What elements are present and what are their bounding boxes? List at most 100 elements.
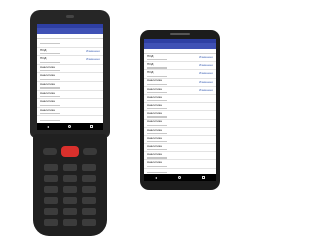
list-item-name: ПОД (147, 54, 154, 58)
list-item[interactable]: ПОД Изменено (144, 70, 216, 79)
list-item-name: Аналитика (147, 112, 162, 116)
back-icon[interactable] (154, 176, 157, 179)
list-item[interactable]: ПОД Изменено (144, 62, 216, 71)
list-item-text: Аналитика (147, 153, 167, 159)
list-item-text: ПОД (147, 71, 167, 77)
list-item-name: Аналитика (40, 65, 55, 69)
keypad-key[interactable] (44, 186, 58, 193)
list-item[interactable]: Аналитика (37, 91, 103, 100)
list-item-subtitle-placeholder (147, 67, 167, 69)
list-item[interactable]: ПОД Изменено (144, 54, 216, 63)
list-item[interactable]: Аналитика (144, 120, 216, 128)
list-item[interactable]: Аналитика (144, 144, 216, 153)
list-item-subtitle-placeholder (147, 116, 167, 118)
list-item-subtitle-placeholder (147, 141, 167, 143)
recent-apps-icon[interactable] (90, 125, 94, 128)
recent-apps-icon[interactable] (202, 176, 206, 179)
keypad-key[interactable] (63, 164, 77, 171)
list-item-name: Аналитика (40, 74, 55, 78)
list-item-subtitle-placeholder (40, 70, 60, 72)
list-item[interactable]: Аналитика Изменено (144, 87, 216, 95)
list-item-subtitle-placeholder (40, 104, 60, 106)
list-item-text: ПОД (147, 63, 167, 69)
list-item-subtitle-placeholder (147, 75, 167, 77)
keypad-key[interactable] (82, 197, 96, 204)
keypad-key[interactable] (44, 164, 58, 171)
list-item[interactable]: Аналитика (144, 136, 216, 145)
list-item-text: Аналитика (40, 83, 60, 89)
list-item-name: ПОД (40, 48, 47, 52)
list-item[interactable]: Аналитика (144, 152, 216, 161)
keypad-key[interactable] (63, 186, 77, 193)
list-item-name: Аналитика (147, 144, 162, 148)
list-item-name: Аналитика (147, 128, 162, 132)
list-item[interactable]: Аналитика (144, 95, 216, 104)
list-item-subtitle-placeholder (40, 61, 60, 63)
list-item-text: ПОД (147, 54, 167, 61)
list-item-name: Аналитика (147, 120, 162, 124)
list-item[interactable]: Аналитика (37, 73, 103, 82)
keypad-key[interactable] (82, 219, 96, 226)
smartphone-device: ПОД Изменено ПОД Изменено ПОД Изменено Аналити… (140, 30, 220, 190)
home-icon[interactable] (67, 125, 71, 128)
list-item-name: Аналитика (40, 83, 55, 87)
list-item-name: Аналитика (40, 100, 55, 104)
list-item-text: ПОД (40, 57, 60, 63)
item-list: ПОД Изменено ПОД Изменено Аналитика Аналитика… (37, 39, 103, 125)
list-item-subtitle-placeholder (40, 120, 60, 122)
list-item[interactable] (37, 39, 103, 48)
list-item[interactable]: Аналитика (144, 111, 216, 120)
scan-trigger-button[interactable] (61, 146, 79, 157)
list-item[interactable]: ПОД Изменено (37, 56, 103, 65)
list-item-text: Аналитика (147, 161, 167, 167)
back-icon[interactable] (46, 125, 49, 128)
keypad-key[interactable] (82, 164, 96, 171)
list-item-text: ПОД (40, 48, 60, 55)
list-item-name: ПОД (147, 71, 154, 75)
scanner-indicator (66, 15, 74, 18)
list-item-name: Аналитика (147, 87, 162, 91)
list-item[interactable]: Аналитика (144, 103, 216, 112)
list-item[interactable]: Аналитика (37, 82, 103, 91)
list-item-subtitle-placeholder (147, 83, 167, 85)
list-item-name: Аналитика (147, 153, 162, 157)
keypad-key[interactable] (63, 219, 77, 226)
keypad-key[interactable] (63, 175, 77, 182)
home-icon[interactable] (177, 176, 181, 179)
list-item-subtitle-placeholder (147, 149, 167, 151)
keypad-key[interactable] (63, 208, 77, 215)
nav-bar (37, 123, 103, 130)
list-item[interactable]: Аналитика (144, 128, 216, 136)
list-item[interactable]: ПОД Изменено (37, 48, 103, 57)
list-item[interactable]: Аналитика Изменено (144, 79, 216, 87)
nav-bar (144, 174, 216, 181)
keypad-key[interactable] (44, 208, 58, 215)
item-list: ПОД Изменено ПОД Изменено ПОД Изменено Аналити… (144, 54, 216, 177)
keypad-key[interactable] (82, 208, 96, 215)
list-item-text: Аналитика (147, 128, 167, 135)
list-item[interactable]: Аналитика (37, 108, 103, 117)
keypad-key[interactable] (82, 175, 96, 182)
keypad-key[interactable] (44, 219, 58, 226)
list-item-text (40, 119, 60, 122)
keypad-key[interactable] (44, 197, 58, 204)
list-item-text: Аналитика (147, 96, 167, 102)
list-item-status: Изменено (199, 79, 213, 84)
keypad (44, 164, 96, 226)
right-function-key[interactable] (83, 148, 97, 155)
keypad-key[interactable] (44, 175, 58, 182)
list-item-subtitle-placeholder (147, 157, 167, 159)
left-function-key[interactable] (43, 148, 57, 155)
phone-screen: ПОД Изменено ПОД Изменено ПОД Изменено Аналити… (144, 39, 216, 181)
list-item[interactable]: Аналитика (144, 160, 216, 169)
list-item-subtitle-placeholder (147, 132, 167, 135)
list-item-text: Аналитика (40, 100, 60, 106)
list-item[interactable]: Аналитика (37, 65, 103, 74)
phone-speaker (170, 33, 190, 35)
list-item[interactable]: Аналитика (37, 99, 103, 108)
list-item-text: Аналитика (40, 109, 60, 115)
keypad-key[interactable] (82, 186, 96, 193)
list-item-text: Аналитика (147, 120, 167, 126)
keypad-key[interactable] (63, 197, 77, 204)
scanner-screen: ПОД Изменено ПОД Изменено Аналитика Аналитика… (37, 24, 103, 130)
